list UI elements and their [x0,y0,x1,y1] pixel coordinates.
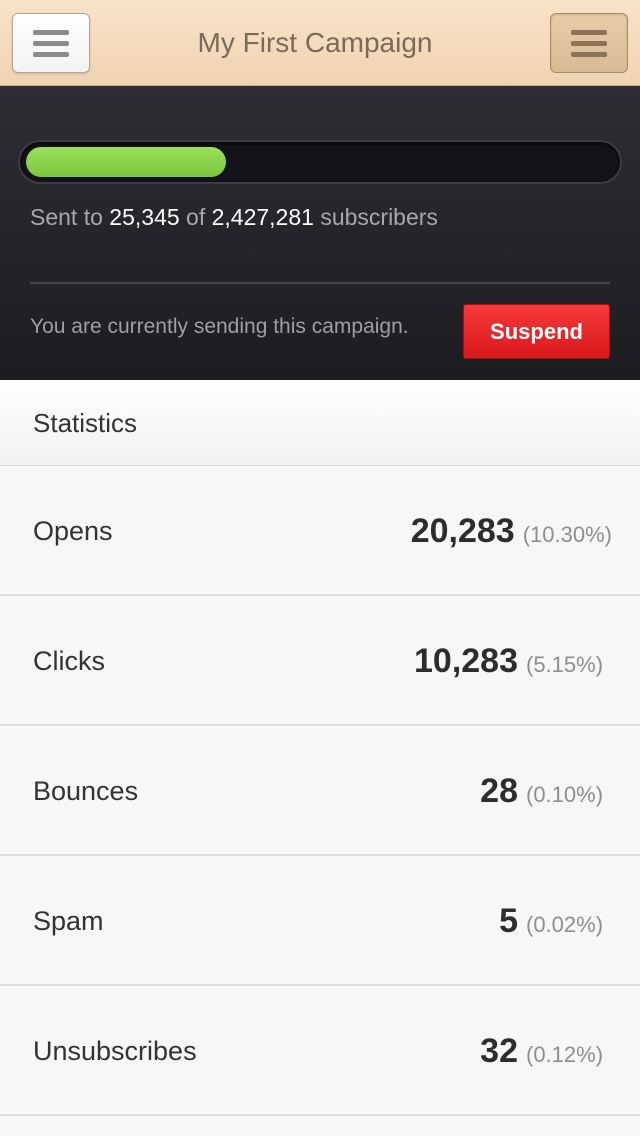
menu-icon [571,29,607,57]
stat-value: 20,283 (10.30%) [411,466,612,603]
divider [30,282,610,284]
sent-prefix: Sent to [30,204,103,230]
stat-label: Spam [33,906,104,936]
menu-icon [33,29,69,57]
progress-bar-fill [26,147,226,177]
stat-count: 10,283 [414,642,518,680]
stat-label: Unsubscribes [33,1036,197,1066]
sent-summary: Sent to 25,345 of 2,427,281 subscribers [30,204,438,231]
menu-button-left[interactable] [12,13,90,73]
stat-row-bounces[interactable]: Bounces 28 (0.10%) [0,726,640,856]
stat-value: 5 (0.02%) [499,856,612,993]
stat-percent: (0.02%) [526,912,604,937]
menu-button-right[interactable] [550,13,628,73]
statistics-header: Statistics [0,380,640,466]
stat-percent: (10.30%) [522,522,612,547]
stat-percent: (0.12%) [526,1042,604,1067]
page-title: My First Campaign [197,27,433,58]
suspend-button[interactable]: Suspend [463,304,610,359]
stat-percent: (5.15%) [526,652,604,677]
stat-label: Clicks [33,646,105,676]
of-label: of [186,204,206,230]
stat-percent: (0.10%) [526,782,604,807]
stat-row-opens[interactable]: Opens 20,283 (10.30%) [0,466,640,596]
stat-value: 28 (0.10%) [480,726,612,863]
stat-value: 32 (0.12%) [480,986,612,1123]
stat-count: 28 [480,772,518,810]
status-text: You are currently sending this campaign. [30,315,409,338]
statistics-heading: Statistics [33,408,138,438]
stat-label: Opens [33,516,113,546]
sending-panel: Sent to 25,345 of 2,427,281 subscribers … [0,86,640,380]
stat-row-clicks[interactable]: Clicks 10,283 (5.15%) [0,596,640,726]
stat-count: 20,283 [410,512,515,550]
stat-row-spam[interactable]: Spam 5 (0.02%) [0,856,640,986]
progress-bar [18,140,622,184]
stat-row-unsubscribes[interactable]: Unsubscribes 32 (0.12%) [0,986,640,1116]
total-count: 2,427,281 [211,204,314,230]
stat-count: 5 [499,902,518,940]
stat-count: 32 [480,1032,518,1070]
stat-label: Bounces [33,776,139,806]
sent-count: 25,345 [109,204,180,230]
stat-value: 10,283 (5.15%) [414,596,612,733]
app-header: My First Campaign [0,0,640,86]
subscribers-label: subscribers [320,204,438,230]
